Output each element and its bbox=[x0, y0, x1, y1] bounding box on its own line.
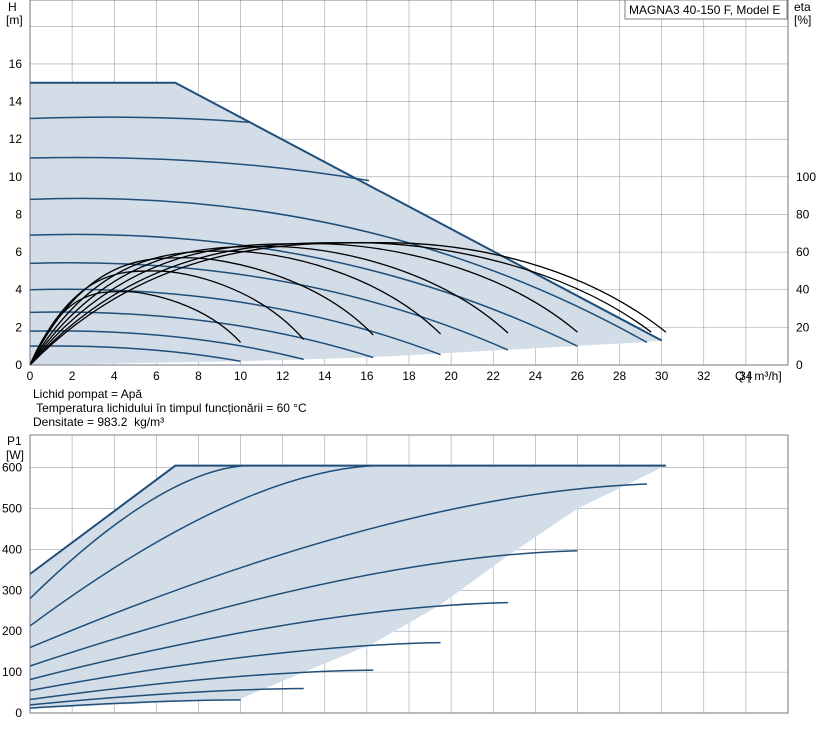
p1-y-tick-label: 600 bbox=[2, 461, 22, 475]
hq-x-tick-label: 10 bbox=[234, 369, 248, 383]
hq-x-tick-label: 18 bbox=[402, 369, 416, 383]
hq-y-axis-label-unit: [m] bbox=[6, 13, 23, 27]
pump-performance-chart: 0 2 4 6 8 10 12 14 16 18 20 22 24 26 28 30 32 34 02468101… bbox=[0, 0, 818, 729]
p1-y-tick-label: 400 bbox=[2, 542, 22, 556]
hq-y2-tick-label: 80 bbox=[796, 207, 810, 221]
hq-x-tick-label: 32 bbox=[697, 369, 711, 383]
hq-y2-axis-label-symbol: eta bbox=[794, 0, 811, 14]
hq-y-tick-label: 2 bbox=[15, 320, 22, 334]
hq-x-tick-label: 16 bbox=[360, 369, 374, 383]
hq-x-tick-label: 6 bbox=[153, 369, 160, 383]
hq-x-tick-label: 26 bbox=[571, 369, 585, 383]
hq-y-tick-label: 4 bbox=[15, 283, 22, 297]
p1-y-tick-label: 200 bbox=[2, 624, 22, 638]
hq-y-tick-label: 10 bbox=[9, 170, 23, 184]
note-pumped-liquid: Lichid pompat = Apă bbox=[33, 387, 142, 401]
hq-y-tick-label: 16 bbox=[9, 57, 23, 71]
p1-y-tick-label: 500 bbox=[2, 502, 22, 516]
hq-y2-tick-label: 40 bbox=[796, 283, 810, 297]
hq-x-tick-label: 2 bbox=[69, 369, 76, 383]
hq-y-tick-label: 8 bbox=[15, 207, 22, 221]
hq-x-tick-label: 20 bbox=[444, 369, 458, 383]
hq-x-axis-label: Q [ m³/h] bbox=[735, 369, 782, 383]
hq-y2-tick-label: 60 bbox=[796, 245, 810, 259]
hq-y-tick-label: 12 bbox=[9, 132, 23, 146]
p1-y-axis-label-unit: [W] bbox=[6, 448, 24, 462]
hq-x-tick-label: 28 bbox=[613, 369, 627, 383]
note-liquid-temperature: Temperatura lichidului în timpul funcțio… bbox=[33, 401, 307, 415]
hq-x-tick-label: 30 bbox=[655, 369, 669, 383]
hq-y2-axis-label-unit: [%] bbox=[794, 13, 811, 27]
note-density: Densitate = 983.2 kg/m³ bbox=[33, 415, 164, 429]
hq-x-tick-label: 0 bbox=[27, 369, 34, 383]
p1-y-tick-label: 0 bbox=[15, 706, 22, 720]
hq-y-tick-label: 0 bbox=[15, 358, 22, 372]
hq-y-tick-label: 14 bbox=[9, 95, 23, 109]
hq-x-tick-label: 12 bbox=[276, 369, 290, 383]
hq-x-tick-label: 14 bbox=[318, 369, 332, 383]
hq-y2-tick-label: 100 bbox=[796, 170, 816, 184]
hq-y2-tick-label: 20 bbox=[796, 320, 810, 334]
hq-x-tick-label: 4 bbox=[111, 369, 118, 383]
chart-title: MAGNA3 40-150 F, Model E bbox=[629, 3, 780, 17]
hq-x-tick-label: 24 bbox=[529, 369, 543, 383]
hq-y-tick-label: 6 bbox=[15, 245, 22, 259]
hq-y2-tick-label: 0 bbox=[796, 358, 803, 372]
p1-y-axis-label-symbol: P1 bbox=[7, 434, 22, 448]
hq-x-tick-label: 22 bbox=[487, 369, 501, 383]
p1-y-tick-label: 100 bbox=[2, 665, 22, 679]
hq-x-tick-label: 8 bbox=[195, 369, 202, 383]
hq-y-axis-label-symbol: H bbox=[8, 0, 17, 14]
p1-y-tick-label: 300 bbox=[2, 583, 22, 597]
